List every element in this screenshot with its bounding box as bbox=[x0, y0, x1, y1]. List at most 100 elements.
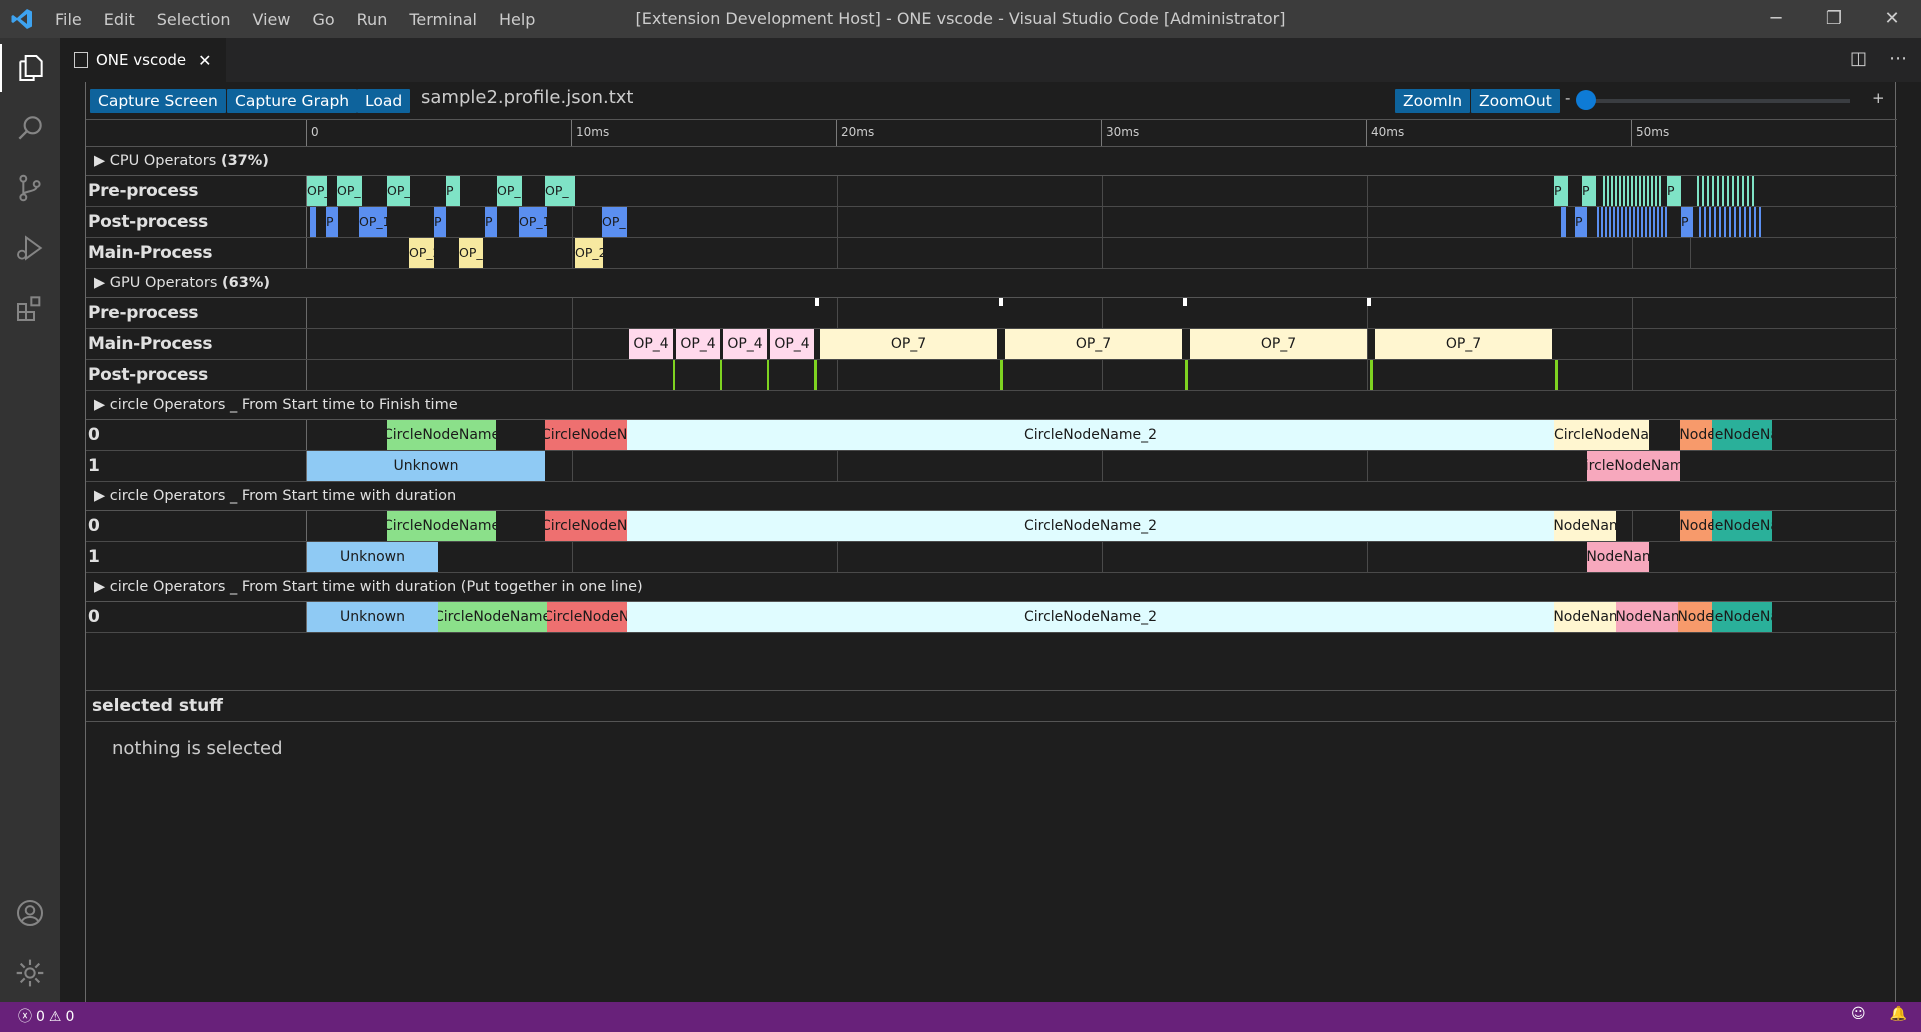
op-segment[interactable]: CircleNodeName_2 bbox=[1554, 420, 1649, 450]
op-segment[interactable]: CircleNodeName_2 bbox=[438, 602, 547, 632]
op-segment[interactable]: P bbox=[485, 207, 497, 237]
zoom-plus[interactable]: + bbox=[1872, 89, 1885, 107]
restore-icon[interactable]: ❐ bbox=[1805, 0, 1863, 38]
menu-edit[interactable]: Edit bbox=[93, 10, 146, 29]
op-marker[interactable] bbox=[1183, 298, 1187, 306]
op-segment[interactable]: OP_7 bbox=[1375, 329, 1552, 359]
op-marker[interactable] bbox=[999, 298, 1003, 306]
op-segment[interactable]: CircleNodeName_2 bbox=[1587, 451, 1680, 481]
op-segment[interactable]: Unknown bbox=[307, 602, 438, 632]
more-actions-icon[interactable]: ⋯ bbox=[1889, 48, 1907, 69]
op-segment[interactable]: OP_1 bbox=[519, 207, 547, 237]
op-segment[interactable]: OP_4 bbox=[770, 329, 814, 359]
op-segment[interactable]: P bbox=[1681, 207, 1693, 237]
op-marker[interactable] bbox=[1000, 360, 1003, 390]
op-segment[interactable]: CircleNodeName_2 bbox=[627, 420, 1554, 450]
op-segment[interactable] bbox=[1561, 207, 1566, 237]
close-icon[interactable]: ✕ bbox=[198, 51, 211, 70]
op-marker[interactable] bbox=[815, 298, 819, 306]
op-segment[interactable]: P bbox=[446, 176, 460, 206]
menu-file[interactable]: File bbox=[44, 10, 93, 29]
zoom-in-button[interactable]: ZoomIn bbox=[1395, 89, 1471, 113]
op-segment[interactable]: CircleNodeName_2 bbox=[1616, 602, 1678, 632]
op-segment[interactable]: CircleNodeName_2 bbox=[545, 511, 627, 541]
op-segment[interactable]: OP_7 bbox=[1190, 329, 1367, 359]
minimize-icon[interactable]: ─ bbox=[1747, 0, 1805, 38]
op-cluster[interactable] bbox=[1697, 176, 1757, 206]
op-segment[interactable]: OP_ bbox=[545, 176, 575, 206]
feedback-icon[interactable]: ☺ bbox=[1851, 1006, 1866, 1022]
op-segment[interactable]: P bbox=[1554, 176, 1568, 206]
op-segment[interactable]: CircleNodeName_2 bbox=[1587, 542, 1649, 572]
op-segment[interactable]: OP_ bbox=[387, 176, 410, 206]
capture-graph-button[interactable]: Capture Graph bbox=[227, 89, 358, 113]
op-segment[interactable]: CircleNodeName_2 bbox=[1680, 420, 1712, 450]
op-segment[interactable]: OP_ bbox=[497, 176, 522, 206]
op-segment[interactable]: CircleNodeName_2 bbox=[387, 420, 496, 450]
op-segment[interactable]: OP_1 bbox=[602, 207, 627, 237]
op-segment[interactable]: OP_7 bbox=[820, 329, 997, 359]
op-segment[interactable]: OP_4 bbox=[676, 329, 720, 359]
op-segment[interactable]: Unknown bbox=[307, 542, 438, 572]
menu-selection[interactable]: Selection bbox=[146, 10, 242, 29]
op-cluster[interactable] bbox=[1699, 207, 1761, 237]
menu-terminal[interactable]: Terminal bbox=[398, 10, 488, 29]
op-segment[interactable]: OP_1 bbox=[359, 207, 387, 237]
notifications-bell-icon[interactable]: 🔔 bbox=[1890, 1006, 1907, 1022]
account-icon[interactable] bbox=[6, 889, 54, 937]
op-segment[interactable]: CircleNodeName_2 bbox=[545, 420, 627, 450]
problems-indicator[interactable]: ⓧ 0 ⚠ 0 bbox=[18, 1002, 74, 1032]
op-segment[interactable] bbox=[310, 207, 316, 237]
op-segment[interactable]: Unknown bbox=[307, 451, 545, 481]
op-marker[interactable] bbox=[1370, 360, 1373, 390]
op-marker[interactable] bbox=[720, 360, 722, 390]
op-segment[interactable]: CircleNodeName_2 bbox=[627, 602, 1554, 632]
load-button[interactable]: Load bbox=[357, 89, 411, 113]
op-cluster[interactable] bbox=[1603, 176, 1663, 206]
zoom-slider-track[interactable] bbox=[1583, 99, 1850, 103]
menu-help[interactable]: Help bbox=[488, 10, 546, 29]
op-marker[interactable] bbox=[1185, 360, 1188, 390]
section-gpu-operators[interactable]: ▶ GPU Operators (63%) bbox=[86, 269, 1897, 298]
op-cluster[interactable] bbox=[1597, 207, 1667, 237]
tab-one-vscode[interactable]: ONE vscode ✕ bbox=[60, 38, 226, 82]
menu-go[interactable]: Go bbox=[301, 10, 345, 29]
op-segment[interactable]: P bbox=[1667, 176, 1681, 206]
op-marker[interactable] bbox=[673, 360, 675, 390]
section-circle-start-duration[interactable]: ▶ circle Operators _ From Start time wit… bbox=[86, 482, 1897, 511]
op-segment[interactable]: CircleNodeName_2 bbox=[1712, 511, 1772, 541]
zoom-slider-thumb[interactable] bbox=[1576, 90, 1596, 110]
menu-run[interactable]: Run bbox=[346, 10, 399, 29]
op-segment[interactable]: P bbox=[326, 207, 338, 237]
op-segment[interactable]: OP_7 bbox=[1005, 329, 1182, 359]
search-icon[interactable] bbox=[6, 104, 54, 152]
explorer-icon[interactable] bbox=[0, 44, 60, 92]
op-marker[interactable] bbox=[1367, 298, 1371, 306]
run-debug-icon[interactable] bbox=[6, 224, 54, 272]
settings-gear-icon[interactable] bbox=[6, 949, 54, 997]
section-circle-start-finish[interactable]: ▶ circle Operators _ From Start time to … bbox=[86, 391, 1897, 420]
op-segment[interactable]: CircleNodeName_2 bbox=[1554, 602, 1616, 632]
op-segment[interactable]: CircleNodeName_2 bbox=[547, 602, 627, 632]
op-segment[interactable]: OP_4 bbox=[723, 329, 767, 359]
zoom-out-button[interactable]: ZoomOut bbox=[1471, 89, 1560, 113]
op-segment[interactable]: OP_2 bbox=[575, 238, 603, 268]
op-marker[interactable] bbox=[767, 360, 769, 390]
op-marker[interactable] bbox=[1555, 360, 1558, 390]
op-segment[interactable]: OP_4 bbox=[629, 329, 673, 359]
op-segment[interactable]: CircleNodeName_2 bbox=[1678, 602, 1712, 632]
op-segment[interactable]: CircleNodeName_2 bbox=[1554, 511, 1616, 541]
op-segment[interactable]: CircleNodeName_2 bbox=[1712, 602, 1772, 632]
op-segment[interactable]: P bbox=[1582, 176, 1596, 206]
extensions-icon[interactable] bbox=[6, 284, 54, 332]
op-segment[interactable]: CircleNodeName_2 bbox=[1680, 511, 1712, 541]
source-control-icon[interactable] bbox=[6, 164, 54, 212]
op-segment[interactable]: CircleNodeName_2 bbox=[1712, 420, 1772, 450]
menu-view[interactable]: View bbox=[242, 10, 302, 29]
op-segment[interactable]: CircleNodeName_2 bbox=[627, 511, 1554, 541]
op-segment[interactable]: CircleNodeName_2 bbox=[387, 511, 496, 541]
op-marker[interactable] bbox=[814, 360, 817, 390]
capture-screen-button[interactable]: Capture Screen bbox=[90, 89, 226, 113]
op-segment[interactable]: OP_2 bbox=[409, 238, 434, 268]
op-segment[interactable]: OP_2 bbox=[459, 238, 483, 268]
